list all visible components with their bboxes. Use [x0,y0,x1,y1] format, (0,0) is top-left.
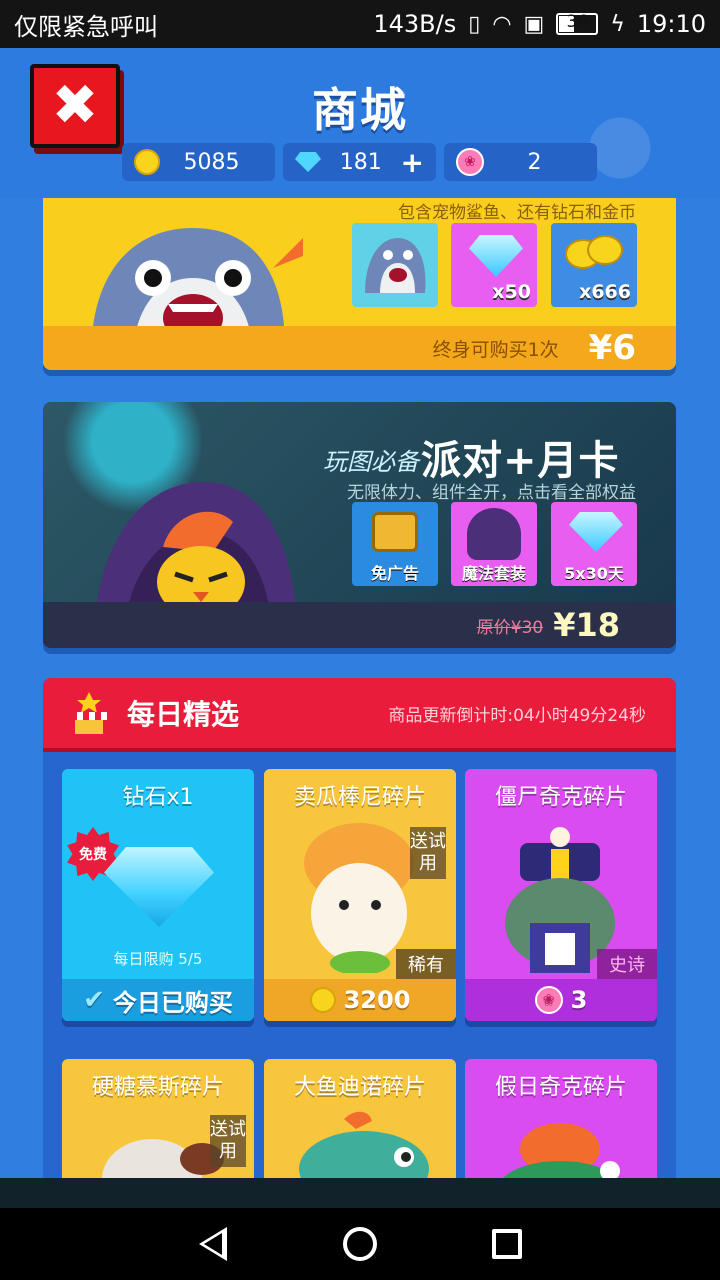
back-button[interactable] [183,1214,243,1274]
charging-icon: ϟ [610,11,625,37]
fish-character-image [299,1111,429,1178]
card-title: 僵尸奇克碎片 [494,785,627,810]
party-desc: 无限体力、组件全开，点击看全部权益 [347,483,636,503]
daily-card-zombie-fragment[interactable]: 僵尸奇克碎片 史诗 ❀ 3 [465,769,657,1021]
daily-header: 每日精选 商品更新倒计时:04小时49分24秒 [43,678,676,748]
card-title: 大鱼迪诺碎片 [293,1075,426,1100]
shark-pack-banner[interactable]: 包含宠物鲨鱼、还有钻石和金币 x50 x666 终身可购买1次 ¥6 [43,198,676,370]
card-title: 硬糖慕斯碎片 [91,1075,224,1100]
daily-selection-panel: 每日精选 商品更新倒计时:04小时49分24秒 钻石x1 免费 每日限购 5/5… [43,678,676,1178]
diamond-icon [569,512,623,552]
net-speed-text: 143B/s [373,10,457,38]
gem-value: 181 [339,149,382,175]
rarity-tag: 史诗 [597,949,657,979]
free-trial-tag: 送试用 [410,827,446,879]
lotus-value: 2 [527,149,542,175]
purchased-label: 今日已购买 [112,988,233,1017]
card-title: 假日奇克碎片 [494,1075,627,1100]
free-trial-tag: 送试用 [210,1115,246,1167]
page-title: 商城 [312,83,408,137]
shark-pack-desc: 包含宠物鲨鱼、还有钻石和金币 [398,203,636,223]
purchased-status: ✔ 今日已购买 [62,979,254,1021]
coins-666-label: x666 [579,281,631,303]
system-nav-bar [0,1208,720,1280]
diamond-icon [104,847,214,927]
checkmark-icon: ✔ [83,985,105,1015]
shark-pack-buy-bar[interactable]: 终身可购买1次 ¥6 [43,326,676,370]
recents-icon [491,1229,522,1259]
daily-card-candy-fragment[interactable]: 硬糖慕斯碎片 送试用 [62,1059,254,1178]
gems-5x30-label: 5x30天 [564,564,624,583]
daily-limit-text: 每日限购 5/5 [113,950,203,968]
gems-50-label: x50 [492,281,531,303]
diamond-icon [295,152,321,172]
recents-button[interactable] [477,1214,537,1274]
back-icon [199,1227,228,1261]
wifi-icon: ◠ [492,11,512,37]
battery-icon: 36 [556,12,599,35]
status-bar: 仅限紧急呼叫 143B/s ▯ ◠ ▣ 36 ϟ 19:10 [0,0,720,48]
party-buy-bar[interactable]: 原价¥30 ¥18 [43,602,676,648]
price-bar[interactable]: ❀ 3 [465,979,657,1021]
daily-card-holiday-fragment[interactable]: 假日奇克碎片 [465,1059,657,1178]
card-price: 3 [570,986,588,1014]
carrier-text: 仅限紧急呼叫 [14,12,158,41]
game-dock-strip [0,1178,720,1208]
holiday-character-image [503,1123,620,1178]
daily-title: 每日精选 [127,698,240,731]
shop-content[interactable]: 包含宠物鲨鱼、还有钻石和金币 x50 x666 终身可购买1次 ¥6 玩图必备 … [0,198,720,1178]
original-price: 原价¥30 [476,617,544,638]
lotus-balance: ❀ 2 [444,143,597,181]
no-ads-label: 免广告 [370,564,419,583]
home-button[interactable] [330,1214,390,1274]
magic-outfit-item: 魔法套装 [451,502,537,586]
shop-header: ✖ 商城 5085 181 + ❀ 2 [0,48,720,198]
magic-outfit-label: 魔法套装 [461,564,526,583]
coin-icon [309,987,336,1013]
no-ads-item: 免广告 [352,502,438,586]
purchase-limit-text: 终身可购买1次 [432,338,559,361]
party-tagline: 玩图必备 [323,448,419,476]
party-monthly-card-banner[interactable]: 玩图必备 派对+月卡 无限体力、组件全开，点击看全部权益 免广告 魔法套装 5x… [43,402,676,648]
price-bar[interactable]: 3200 [264,979,456,1021]
shark-pet-item [352,223,438,307]
card-price: 3200 [343,986,411,1014]
card-title: 卖瓜棒尼碎片 [293,785,426,810]
lotus-icon: ❀ [534,986,563,1014]
daily-card-fish-fragment[interactable]: 大鱼迪诺碎片 [264,1059,456,1178]
coin-value: 5085 [183,149,240,175]
coin-balance: 5085 [122,143,275,181]
party-price: ¥18 [553,606,620,644]
gems-5x30-item: 5x30天 [551,502,637,586]
vibrate-icon: ▯ [468,11,481,37]
refresh-countdown: 商品更新倒计时:04小时49分24秒 [388,705,646,726]
gems-50-item: x50 [451,223,537,307]
tv-icon [372,512,418,552]
battery-level: 36 [566,12,589,32]
rarity-tag: 稀有 [396,949,456,979]
sim-icon: ▣ [523,11,545,37]
hood-icon [467,508,521,560]
lotus-icon: ❀ [456,148,484,176]
card-title: 钻石x1 [122,785,194,810]
home-icon [342,1227,377,1261]
coin-icon [134,149,160,175]
shop-stall-icon [71,692,107,734]
coins-666-item: x666 [551,223,637,307]
daily-card-diamond[interactable]: 钻石x1 免费 每日限购 5/5 ✔ 今日已购买 [62,769,254,1021]
shark-pack-price: ¥6 [588,328,636,368]
gem-balance: 181 + [283,143,436,181]
daily-card-bunny-fragment[interactable]: 卖瓜棒尼碎片 送试用 稀有 3200 [264,769,456,1021]
status-icons: 143B/s ▯ ◠ ▣ 36 ϟ 19:10 [373,10,706,38]
clock: 19:10 [636,10,706,38]
add-gems-icon[interactable]: + [401,146,424,179]
